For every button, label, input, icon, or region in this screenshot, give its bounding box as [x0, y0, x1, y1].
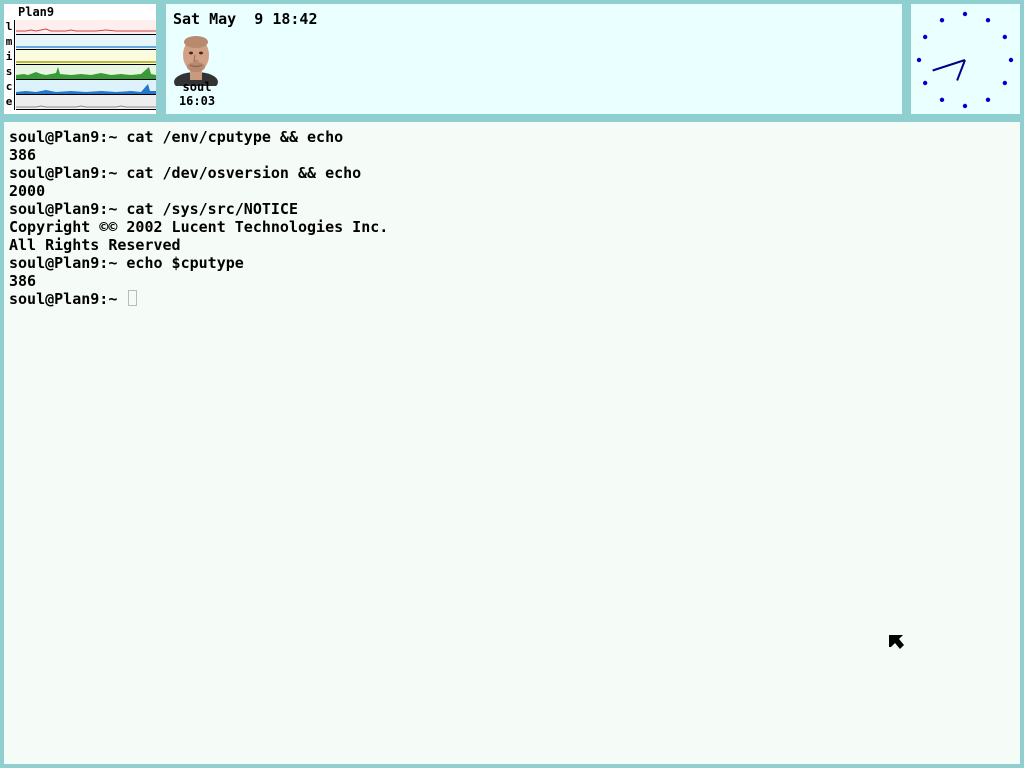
- date-display: Sat May 9 18:42: [173, 10, 318, 28]
- clock-hour-dot: [916, 57, 922, 63]
- terminal-line: soul@Plan9:~ cat /dev/osversion && echo: [9, 164, 362, 182]
- clock-hour-dot: [962, 103, 968, 109]
- clock-hour-dot: [1002, 34, 1008, 40]
- stat-label: i: [4, 50, 15, 65]
- stat-graph-context: [16, 80, 156, 95]
- clock-hour-dot: [922, 34, 928, 40]
- clock-hour-dot: [939, 97, 945, 103]
- terminal-line: soul@Plan9:~ cat /sys/src/NOTICE: [9, 200, 298, 218]
- stats-title: Plan9: [18, 5, 55, 19]
- stat-row-syscalls: s: [4, 65, 156, 80]
- stat-label: e: [4, 95, 15, 110]
- stat-row-interrupts: i: [4, 50, 156, 65]
- stat-graph-interrupts: [16, 50, 156, 65]
- terminal-line: 386: [9, 146, 37, 164]
- terminal-line: Copyright ©© 2002 Lucent Technologies In…: [9, 218, 389, 236]
- terminal-output[interactable]: soul@Plan9:~ cat /env/cputype && echo 38…: [9, 128, 388, 308]
- stat-graph-ether: [16, 95, 156, 110]
- terminal-line: All Rights Reserved: [9, 236, 181, 254]
- stat-label: m: [4, 35, 15, 50]
- clock-hour-dot: [962, 11, 968, 17]
- stat-graph-memory: [16, 35, 156, 50]
- clock-hour-dot: [922, 80, 928, 86]
- faces-window[interactable]: Sat May 9 18:42 soul 16:03: [162, 0, 906, 118]
- clock-hour-dot: [985, 17, 991, 23]
- stat-label: c: [4, 80, 15, 95]
- stat-row-memory: m: [4, 35, 156, 50]
- terminal-line: soul@Plan9:~ cat /env/cputype && echo: [9, 128, 344, 146]
- clock-window[interactable]: [907, 0, 1024, 118]
- terminal-line: 386: [9, 272, 37, 290]
- stats-window[interactable]: Plan9 l m i s c e: [0, 0, 160, 118]
- terminal-line: soul@Plan9:~ echo $cputype: [9, 254, 244, 272]
- analog-clock: [916, 11, 1014, 109]
- stat-label: l: [4, 20, 15, 35]
- stat-graph-syscalls: [16, 65, 156, 80]
- terminal-window[interactable]: soul@Plan9:~ cat /env/cputype && echo 38…: [0, 118, 1024, 768]
- face-username: soul: [182, 80, 212, 94]
- stat-row-context: c: [4, 80, 156, 95]
- stat-label: s: [4, 65, 15, 80]
- user-face-avatar[interactable]: [172, 34, 220, 92]
- text-cursor: [128, 290, 138, 306]
- stat-row-load: l: [4, 20, 156, 35]
- clock-hour-dot: [939, 17, 945, 23]
- terminal-prompt: soul@Plan9:~: [9, 290, 127, 308]
- clock-hour-dot: [1002, 80, 1008, 86]
- terminal-prompt-line[interactable]: soul@Plan9:~: [9, 290, 388, 308]
- stat-row-ether: e: [4, 95, 156, 110]
- clock-hour-dot: [1008, 57, 1014, 63]
- clock-hour-dot: [985, 97, 991, 103]
- stat-graph-load: [16, 20, 156, 35]
- clock-minute-hand: [932, 59, 966, 72]
- mouse-pointer-icon: [889, 635, 905, 655]
- face-time: 16:03: [178, 94, 216, 108]
- terminal-line: 2000: [9, 182, 46, 200]
